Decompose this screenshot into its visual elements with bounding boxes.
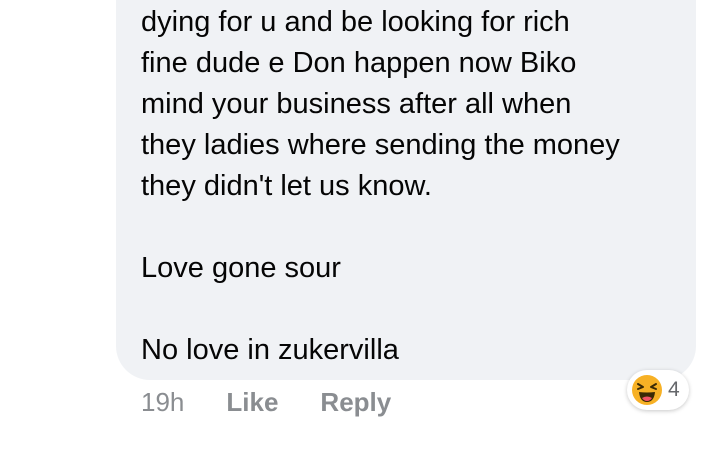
reply-button[interactable]: Reply [320,387,391,418]
comment-blank-line [141,289,672,330]
haha-emoji-icon [632,375,662,405]
comment-text-line: mind your business after all when [141,88,572,120]
comment-blank-line [141,207,672,248]
comment-timestamp[interactable]: 19h [141,387,184,418]
comment-text-line: they ladies where sending the money [141,129,620,161]
comment-text-line: dying for u and be looking for rich [141,6,570,38]
like-button[interactable]: Like [226,387,278,418]
reaction-count: 4 [668,378,680,401]
reaction-summary[interactable]: 4 [627,370,689,410]
comment-actions: 19h Like Reply [141,382,391,422]
comment-text-line: fine dude e Don happen now Biko [141,47,577,79]
comment-text-line: they didn't let us know. [141,170,432,202]
comment-text-line: No love in zukervilla [141,334,399,366]
comment-bubble: dying for u and be looking for rich fine… [116,0,696,380]
comment-text-line: Love gone sour [141,252,341,284]
